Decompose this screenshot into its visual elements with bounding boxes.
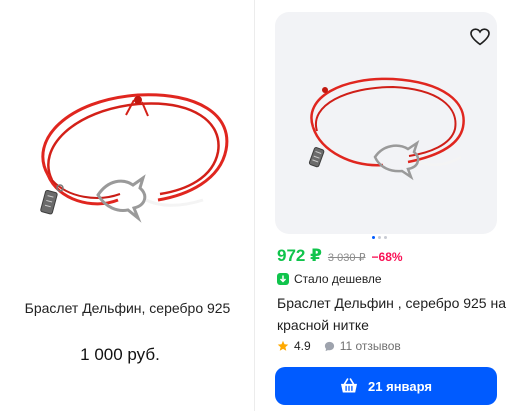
current-price: 972 ₽ bbox=[277, 246, 322, 265]
product-title[interactable]: Браслет Дельфин, серебро 925 bbox=[0, 300, 255, 316]
carousel-dot[interactable] bbox=[371, 236, 375, 239]
carousel-indicator bbox=[268, 236, 490, 242]
arrow-down-badge-icon bbox=[277, 273, 289, 285]
price-row: 972 ₽ 3 030 ₽ −68% bbox=[277, 246, 403, 266]
rating-value: 4.9 bbox=[294, 339, 311, 353]
carousel-dot[interactable] bbox=[377, 236, 381, 239]
price-drop-badge: Стало дешевле bbox=[277, 272, 382, 286]
product-card-left[interactable]: Браслет Дельфин, серебро 925 1 000 руб. bbox=[0, 0, 255, 411]
product-image-bracelet[interactable] bbox=[283, 57, 491, 207]
add-to-cart-button[interactable]: 21 января bbox=[275, 367, 497, 405]
price-drop-label: Стало дешевле bbox=[294, 272, 382, 286]
chat-bubble-icon bbox=[324, 341, 334, 351]
favorite-button[interactable] bbox=[463, 20, 497, 54]
product-price: 1 000 руб. bbox=[80, 345, 160, 364]
star-icon bbox=[277, 340, 289, 351]
old-price: 3 030 ₽ bbox=[327, 252, 366, 264]
product-image-container[interactable] bbox=[275, 12, 497, 234]
reviews-count: 11 отзывов bbox=[339, 339, 401, 353]
delivery-date-label: 21 января bbox=[368, 378, 432, 394]
product-card-right[interactable]: 972 ₽ 3 030 ₽ −68% Стало дешевле Браслет… bbox=[268, 0, 530, 411]
heart-outline-icon bbox=[470, 28, 490, 46]
rating-row[interactable]: 4.9 11 отзывов bbox=[277, 339, 401, 353]
basket-icon bbox=[341, 378, 358, 393]
discount-badge: −68% bbox=[371, 250, 403, 264]
carousel-dot[interactable] bbox=[383, 236, 387, 239]
product-title[interactable]: Браслет Дельфин , серебро 925 на красной… bbox=[277, 292, 512, 336]
product-image-bracelet[interactable] bbox=[8, 60, 252, 260]
